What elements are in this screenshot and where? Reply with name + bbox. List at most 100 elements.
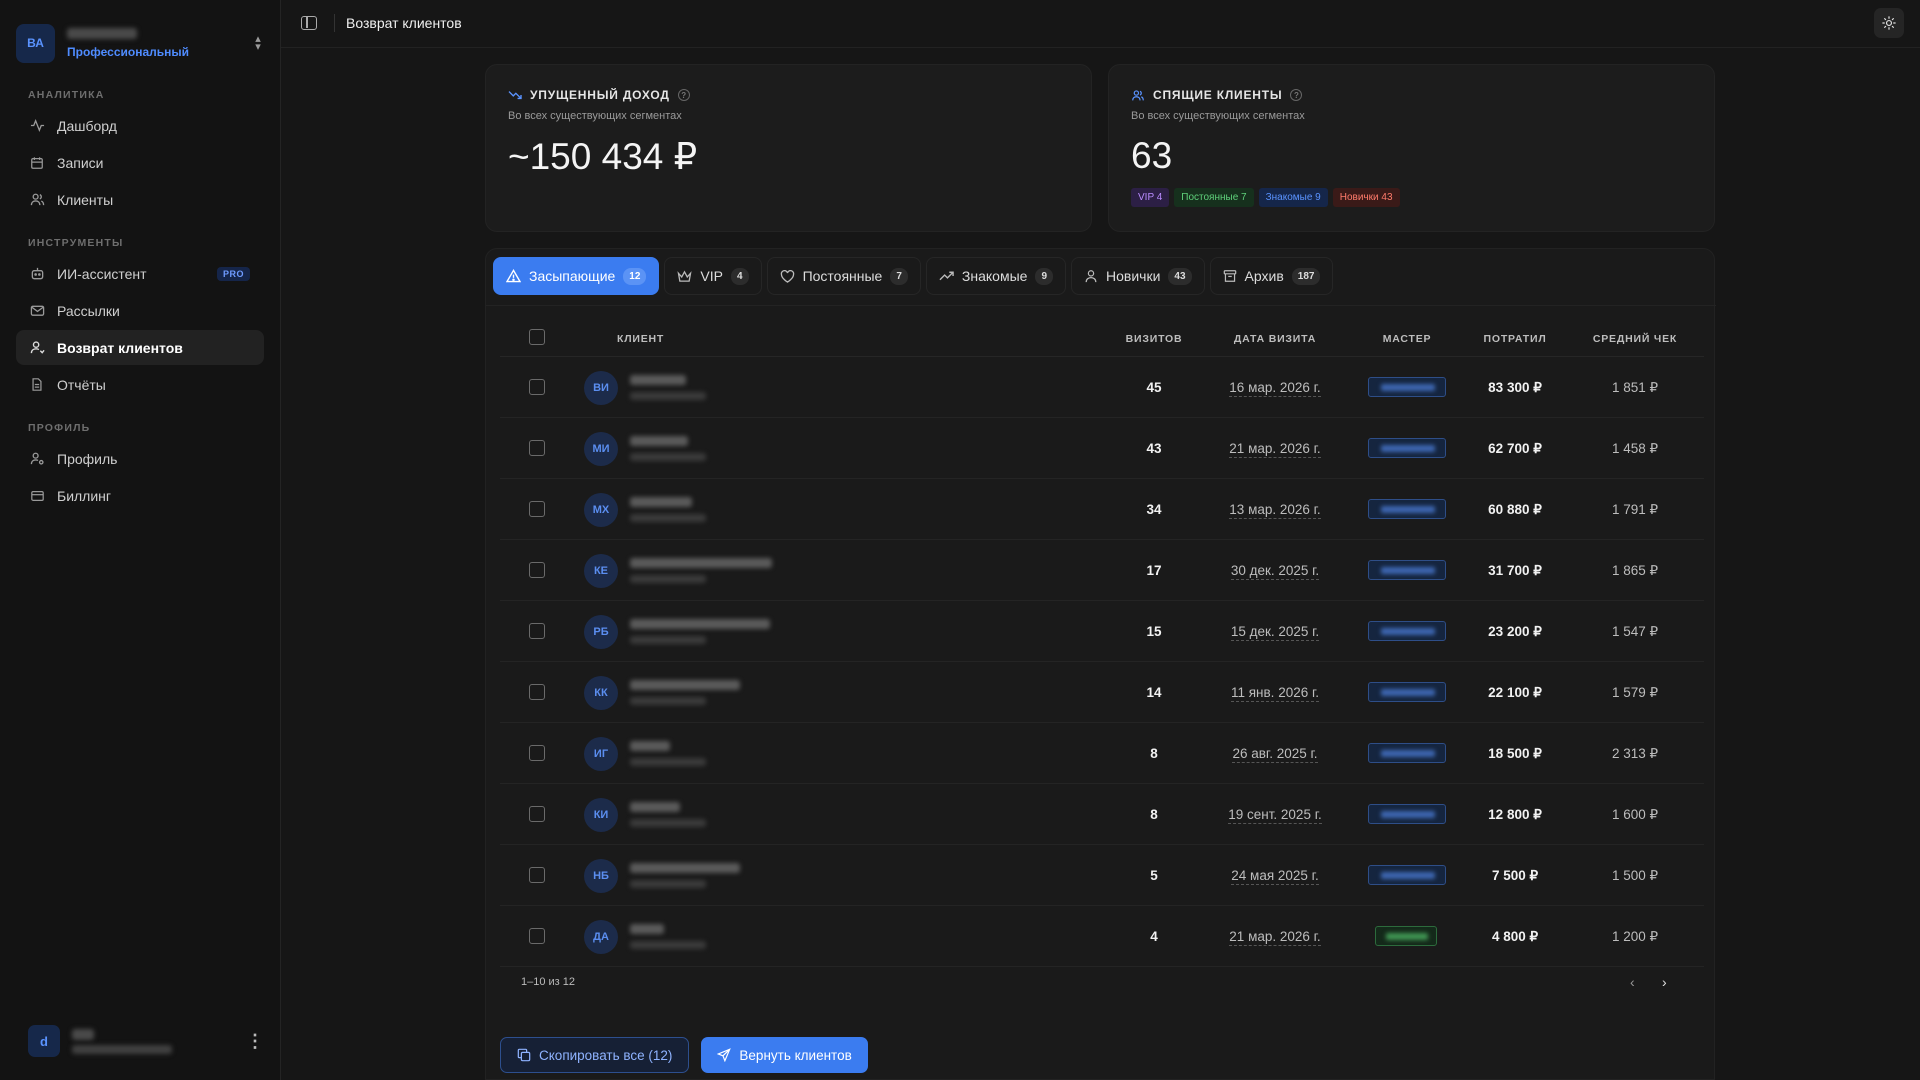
visits-count: 43 xyxy=(1146,441,1162,456)
row-checkbox[interactable] xyxy=(529,501,545,517)
row-checkbox[interactable] xyxy=(529,684,545,700)
visits-count: 8 xyxy=(1150,807,1158,822)
sidebar-item-client-return[interactable]: Возврат клиентов xyxy=(16,330,264,365)
sleeping-clients-value: 63 xyxy=(1131,135,1173,176)
sidebar-item-mailings[interactable]: Рассылки xyxy=(16,293,264,328)
sidebar-item-ai-assistant[interactable]: ИИ-ассистент PRO xyxy=(16,256,264,291)
table-row[interactable]: КК 14 11 янв. 2026 г. 22 100 ₽ 1 579 ₽ xyxy=(500,662,1704,723)
sun-icon xyxy=(1882,16,1896,30)
column-date[interactable]: ДАТА ВИЗИТА xyxy=(1200,333,1350,345)
spent-amount: 22 100 ₽ xyxy=(1488,685,1542,700)
row-checkbox[interactable] xyxy=(529,806,545,822)
select-all-checkbox[interactable] xyxy=(529,329,545,345)
last-visit-date: 24 мая 2025 г. xyxy=(1231,868,1319,885)
table-row[interactable]: ИГ 8 26 авг. 2025 г. 18 500 ₽ 2 313 ₽ xyxy=(500,723,1704,784)
sidebar-item-profile[interactable]: Профиль xyxy=(16,441,264,476)
client-avatar: КК xyxy=(584,676,618,710)
row-checkbox[interactable] xyxy=(529,867,545,883)
client-name-redacted xyxy=(630,924,664,934)
row-checkbox[interactable] xyxy=(529,623,545,639)
client-avatar: МИ xyxy=(584,432,618,466)
segment-tabs: Засыпающие 12 VIP 4 Постоянные 7 Знакомы… xyxy=(493,257,1334,295)
copy-all-button[interactable]: Скопировать все (12) xyxy=(500,1037,690,1073)
trending-down-icon xyxy=(508,89,522,101)
user-name-redacted xyxy=(72,1028,94,1040)
client-avatar: ВИ xyxy=(584,371,618,405)
master-badge xyxy=(1368,743,1446,763)
master-badge xyxy=(1368,377,1446,397)
sidebar-item-reports[interactable]: Отчёты xyxy=(16,367,264,402)
tab-count: 187 xyxy=(1291,267,1321,285)
clients-panel: Засыпающие 12 VIP 4 Постоянные 7 Знакомы… xyxy=(485,248,1716,1080)
sidebar: ВА Профессиональный ▴ ▾ АНАЛИТИКА Дашборд… xyxy=(0,0,281,1080)
average-check: 1 500 ₽ xyxy=(1611,868,1659,883)
file-icon xyxy=(29,377,45,393)
calendar-icon xyxy=(29,155,45,171)
row-checkbox[interactable] xyxy=(529,440,545,456)
tab-vip[interactable]: VIP 4 xyxy=(664,257,762,295)
bot-icon xyxy=(29,266,45,282)
client-phone-redacted xyxy=(630,941,706,949)
segment-badges: VIP 4 Постоянные 7 Знакомые 9 Новички 43 xyxy=(1131,188,1400,207)
table-row[interactable]: МХ 34 13 мар. 2026 г. 60 880 ₽ 1 791 ₽ xyxy=(500,479,1704,540)
table-row[interactable]: КЕ 17 30 дек. 2025 г. 31 700 ₽ 1 865 ₽ xyxy=(500,540,1704,601)
last-visit-date: 15 дек. 2025 г. xyxy=(1230,624,1320,641)
average-check: 1 458 ₽ xyxy=(1611,441,1659,456)
lost-income-card: УПУЩЕННЫЙ ДОХОД ? Во всех существующих с… xyxy=(485,64,1092,232)
pagination-range: 1–10 из 12 xyxy=(521,976,576,988)
return-clients-button[interactable]: Вернуть клиентов xyxy=(701,1037,868,1073)
sidebar-item-records[interactable]: Записи xyxy=(16,145,264,180)
column-visits[interactable]: ВИЗИТОВ xyxy=(1124,333,1184,345)
tab-archive[interactable]: Архив 187 xyxy=(1209,257,1334,295)
tab-acquaintances[interactable]: Знакомые 9 xyxy=(925,257,1066,295)
client-phone-redacted xyxy=(630,453,706,461)
tab-count: 12 xyxy=(623,267,647,285)
row-checkbox[interactable] xyxy=(529,379,545,395)
send-icon xyxy=(717,1048,732,1062)
visits-count: 5 xyxy=(1150,868,1158,883)
tab-sleeping[interactable]: Засыпающие 12 xyxy=(493,257,660,295)
alert-triangle-icon xyxy=(506,269,521,283)
row-checkbox[interactable] xyxy=(529,562,545,578)
table-row[interactable]: ВИ 45 16 мар. 2026 г. 83 300 ₽ 1 851 ₽ xyxy=(500,357,1704,418)
help-icon[interactable]: ? xyxy=(1290,89,1303,101)
table-row[interactable]: КИ 8 19 сент. 2025 г. 12 800 ₽ 1 600 ₽ xyxy=(500,784,1704,845)
section-analytics: АНАЛИТИКА xyxy=(28,89,105,101)
spent-amount: 83 300 ₽ xyxy=(1488,380,1542,395)
theme-toggle-button[interactable] xyxy=(1874,8,1904,38)
user-settings-icon xyxy=(29,451,45,467)
client-name-redacted xyxy=(630,375,686,385)
row-checkbox[interactable] xyxy=(529,745,545,761)
client-phone-redacted xyxy=(630,575,706,583)
sidebar-item-clients[interactable]: Клиенты xyxy=(16,182,264,217)
sidebar-item-billing[interactable]: Биллинг xyxy=(16,478,264,513)
average-check: 1 547 ₽ xyxy=(1611,624,1659,639)
sleeping-clients-subtitle: Во всех существующих сегментах xyxy=(1131,110,1305,122)
help-icon[interactable]: ? xyxy=(677,89,690,101)
tab-regular[interactable]: Постоянные 7 xyxy=(766,257,921,295)
tab-newcomers[interactable]: Новички 43 xyxy=(1071,257,1205,295)
column-avg-check[interactable]: СРЕДНИЙ ЧЕК xyxy=(1585,333,1685,345)
table-row[interactable]: НБ 5 24 мая 2025 г. 7 500 ₽ 1 500 ₽ xyxy=(500,845,1704,906)
visits-count: 45 xyxy=(1146,380,1162,395)
table-row[interactable]: МИ 43 21 мар. 2026 г. 62 700 ₽ 1 458 ₽ xyxy=(500,418,1704,479)
chevron-right-icon[interactable]: › xyxy=(1662,974,1667,990)
more-vertical-icon[interactable]: ⋮ xyxy=(246,1031,264,1052)
table-row[interactable]: ДА 4 21 мар. 2026 г. 4 800 ₽ 1 200 ₽ xyxy=(500,906,1704,967)
spent-amount: 23 200 ₽ xyxy=(1488,624,1542,639)
column-spent[interactable]: ПОТРАТИЛ xyxy=(1460,333,1570,345)
table-row[interactable]: РБ 15 15 дек. 2025 г. 23 200 ₽ 1 547 ₽ xyxy=(500,601,1704,662)
row-checkbox[interactable] xyxy=(529,928,545,944)
master-badge xyxy=(1368,865,1446,885)
column-master: МАСТЕР xyxy=(1382,333,1432,345)
sidebar-toggle-icon[interactable] xyxy=(301,16,317,30)
account-switcher[interactable]: ВА Профессиональный ▴ ▾ xyxy=(16,22,265,64)
visits-count: 34 xyxy=(1146,502,1162,517)
last-visit-date: 13 мар. 2026 г. xyxy=(1229,502,1321,519)
chevron-left-icon[interactable]: ‹ xyxy=(1630,974,1635,990)
sidebar-item-dashboard[interactable]: Дашборд xyxy=(16,108,264,143)
client-name-redacted xyxy=(630,863,740,873)
segment-badge: Постоянные 7 xyxy=(1174,188,1254,207)
user-menu[interactable]: d ⋮ xyxy=(28,1024,264,1058)
card-icon xyxy=(29,488,45,504)
